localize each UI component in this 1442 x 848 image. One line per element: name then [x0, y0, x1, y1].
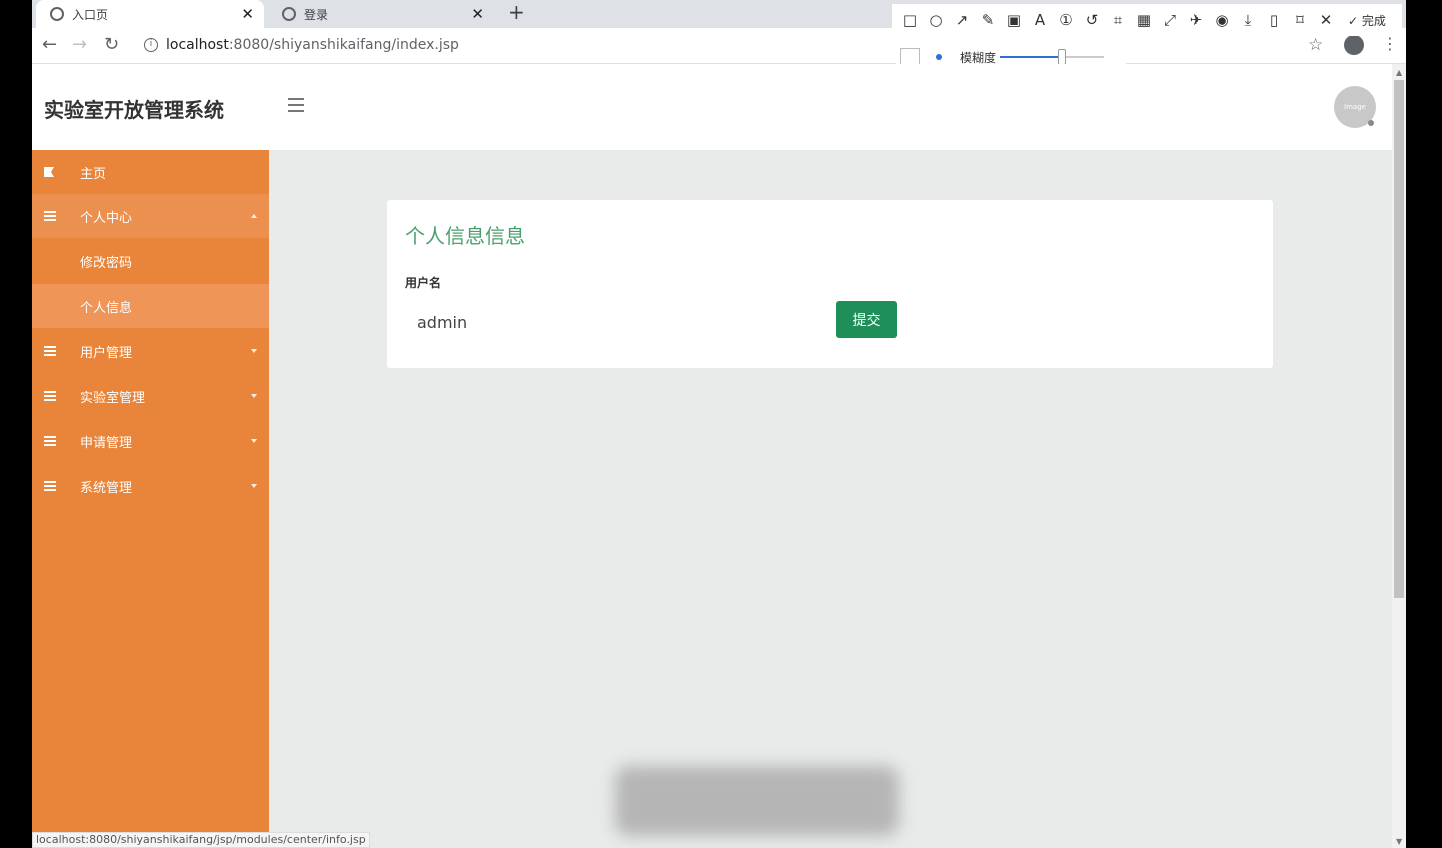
- rectangle-icon[interactable]: □: [902, 11, 918, 29]
- grid-icon: [44, 211, 56, 221]
- info-icon[interactable]: i: [144, 38, 158, 52]
- chevron-down-icon: [251, 484, 257, 488]
- blur-label: 模糊度: [960, 50, 997, 65]
- pen-icon[interactable]: ✎: [980, 11, 996, 29]
- blurred-region: [615, 766, 899, 836]
- translate-icon[interactable]: ▦: [1136, 11, 1152, 29]
- app-title: 实验室开放管理系统: [44, 98, 224, 122]
- dot-icon[interactable]: [936, 54, 942, 60]
- chevron-down-icon: [251, 439, 257, 443]
- tab-label: 入口页: [72, 7, 109, 22]
- expand-icon[interactable]: ⤢: [1162, 11, 1178, 29]
- sidebar-item-application-management[interactable]: 申请管理: [32, 419, 269, 463]
- profile-icon[interactable]: [1344, 35, 1364, 55]
- sidebar-item-label: 个人信息: [80, 300, 133, 316]
- scrollbar-thumb[interactable]: [1394, 80, 1404, 598]
- chevron-up-icon: [251, 214, 257, 218]
- grid-icon: [44, 391, 56, 401]
- sidebar-item-label: 修改密码: [80, 255, 133, 271]
- blur-slider-fill: [1000, 56, 1063, 58]
- bookmark-star-icon[interactable]: ☆: [1308, 35, 1323, 55]
- avatar-text: Image: [1344, 103, 1366, 111]
- new-tab-icon[interactable]: +: [508, 0, 525, 24]
- sidebar-item-label: 主页: [80, 166, 107, 182]
- info-card: 个人信息信息 用户名 提交: [387, 200, 1273, 368]
- url-path: :8080/shiyanshikaifang/index.jsp: [228, 37, 459, 53]
- text-icon[interactable]: A: [1032, 11, 1048, 29]
- sidebar-item-label: 个人中心: [80, 210, 133, 226]
- arrow-icon[interactable]: ↗: [954, 11, 970, 29]
- sidebar-item-label: 申请管理: [80, 435, 133, 451]
- done-label: 完成: [1361, 13, 1386, 28]
- screenshot-toolbar: □ ○ ↗ ✎ ▣ A ① ↺ ⌗ ▦ ⤢ ✈ ◉ ⤓ ▯ ⌑ ✕ ✓ 完成: [892, 4, 1402, 36]
- scroll-up-icon[interactable]: ▲: [1396, 68, 1402, 77]
- username-field[interactable]: [405, 300, 805, 344]
- sidebar-item-user-management[interactable]: 用户管理: [32, 329, 269, 373]
- chevron-down-icon: [251, 349, 257, 353]
- blur-slider[interactable]: [1000, 49, 1105, 65]
- status-dot: [1368, 120, 1374, 126]
- crop-icon[interactable]: ⌗: [1110, 11, 1126, 29]
- url-field[interactable]: localhost:8080/shiyanshikaifang/index.js…: [166, 37, 459, 53]
- tab-login[interactable]: 登录 ✕: [268, 0, 494, 28]
- download-icon[interactable]: ⤓: [1240, 11, 1256, 29]
- avatar[interactable]: Image: [1334, 86, 1376, 128]
- sidebar-item-label: 实验室管理: [80, 390, 146, 406]
- grid-icon: [44, 481, 56, 491]
- pin-icon[interactable]: ✈: [1188, 11, 1204, 29]
- bookmark-icon[interactable]: ⌑: [1292, 11, 1308, 29]
- scroll-down-icon[interactable]: ▼: [1396, 837, 1402, 846]
- grid-icon: [44, 436, 56, 446]
- record-icon[interactable]: ◉: [1214, 11, 1230, 29]
- phone-icon[interactable]: ▯: [1266, 11, 1282, 29]
- tab-home[interactable]: 入口页 ✕: [36, 0, 264, 28]
- sidebar-item-label: 用户管理: [80, 345, 133, 361]
- sidebar-item-system-management[interactable]: 系统管理: [32, 464, 269, 508]
- blur-slider-knob[interactable]: [1058, 49, 1067, 65]
- close-tab-icon[interactable]: ✕: [241, 5, 254, 23]
- main-content: 个人信息信息 用户名 提交: [269, 150, 1392, 848]
- number-icon[interactable]: ①: [1058, 11, 1074, 29]
- tab-label: 登录: [304, 7, 329, 22]
- mosaic-icon[interactable]: ▣: [1006, 11, 1022, 29]
- url-host: localhost: [166, 37, 229, 53]
- app-header: 实验室开放管理系统 Image: [32, 64, 1392, 150]
- sidebar-item-personal-center[interactable]: 个人中心: [32, 194, 269, 238]
- status-bar: localhost:8080/shiyanshikaifang/jsp/modu…: [32, 832, 370, 848]
- sidebar-item-home[interactable]: 主页: [32, 150, 269, 194]
- sidebar-item-change-password[interactable]: 修改密码: [32, 239, 269, 283]
- grid-icon: [44, 346, 56, 356]
- page-scrollbar[interactable]: ▲ ▼: [1392, 64, 1406, 848]
- globe-icon: [50, 7, 64, 21]
- page-title: 个人信息信息: [405, 224, 525, 248]
- sidebar-item-lab-management[interactable]: 实验室管理: [32, 374, 269, 418]
- flag-icon: [44, 167, 54, 177]
- circle-icon[interactable]: ○: [928, 11, 944, 29]
- reload-icon[interactable]: ↻: [104, 34, 119, 55]
- browser-window: 入口页 ✕ 登录 ✕ + ← → ↻ i localhost:8080/shiy…: [32, 0, 1406, 848]
- sidebar: 主页 个人中心 修改密码 个人信息 用户管理 实验室管理 申请管理 系统管理: [32, 150, 269, 848]
- back-icon[interactable]: ←: [42, 34, 57, 55]
- sidebar-item-personal-info[interactable]: 个人信息: [32, 284, 269, 328]
- forward-icon[interactable]: →: [72, 34, 87, 55]
- close-tab-icon[interactable]: ✕: [471, 5, 484, 23]
- globe-icon: [282, 7, 296, 21]
- hamburger-menu-icon[interactable]: [288, 98, 304, 112]
- sidebar-item-label: 系统管理: [80, 480, 133, 496]
- submit-button[interactable]: 提交: [836, 301, 897, 338]
- chevron-down-icon: [251, 394, 257, 398]
- undo-icon[interactable]: ↺: [1084, 11, 1100, 29]
- more-menu-icon[interactable]: ⋮: [1382, 34, 1398, 53]
- username-label: 用户名: [405, 276, 442, 290]
- cancel-icon[interactable]: ✕: [1318, 11, 1334, 29]
- done-button[interactable]: ✓ 完成: [1348, 12, 1386, 29]
